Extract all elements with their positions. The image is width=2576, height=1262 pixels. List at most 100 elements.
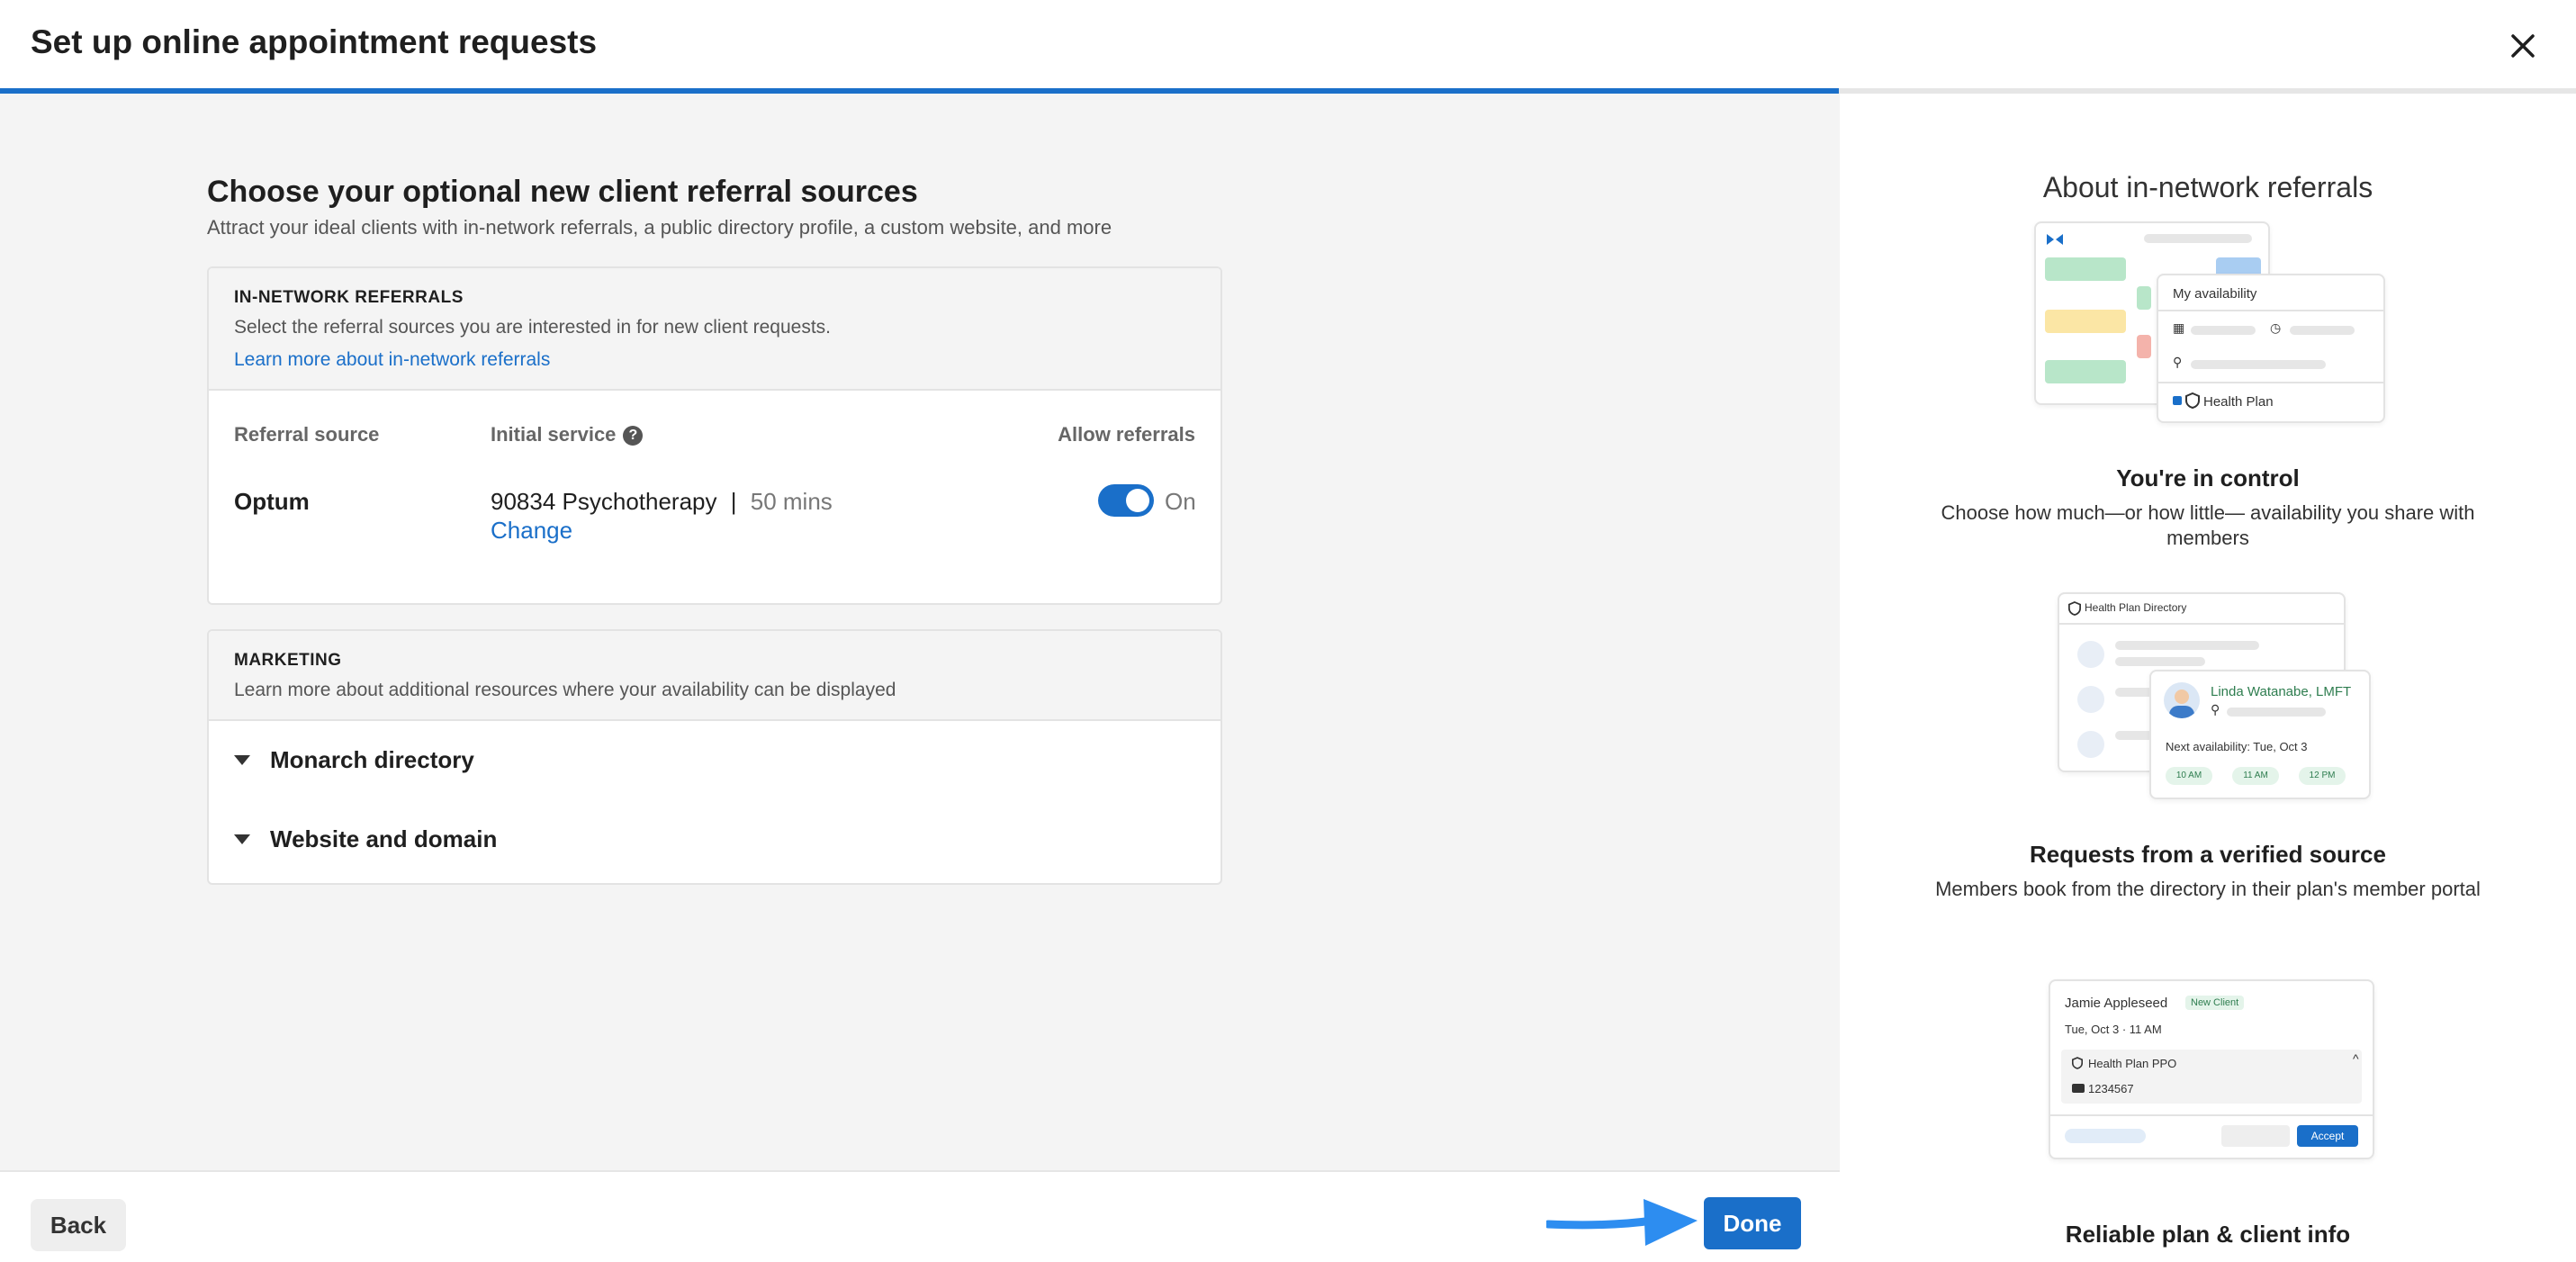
calendar-slot: [2137, 286, 2151, 310]
service-code: 90834 Psychotherapy: [491, 488, 717, 515]
arrow-pointer-icon: [1546, 1199, 1698, 1246]
shield-icon: [2185, 392, 2200, 409]
modal-header: Set up online appointment requests: [0, 0, 2576, 88]
question-circle-icon[interactable]: ?: [623, 426, 644, 446]
checkbox-icon: [2173, 396, 2182, 405]
divider: [2050, 1114, 2373, 1116]
marketing-description: Learn more about additional resources wh…: [234, 680, 896, 700]
learn-more-in-network-link[interactable]: Learn more about in-network referrals: [234, 349, 550, 371]
calendar-slot: [2045, 257, 2126, 281]
time-slot-chip: 12 PM: [2299, 767, 2346, 785]
back-button[interactable]: Back: [31, 1199, 126, 1251]
column-initial-service-label: Initial service: [491, 423, 617, 446]
shield-icon: [2068, 601, 2081, 616]
page-title: Set up online appointment requests: [31, 23, 598, 60]
referral-source-name: Optum: [234, 488, 310, 515]
accordion-label: Website and domain: [270, 825, 498, 852]
feature-text-control: Choose how much—or how little— availabil…: [1941, 501, 2475, 549]
clock-icon: ◷: [2270, 320, 2282, 335]
info-panel: About in-network referrals My availabili…: [1840, 94, 2576, 1262]
section-title: Choose your optional new client referral…: [207, 175, 918, 209]
request-datetime: Tue, Oct 3 · 11 AM: [2065, 1023, 2162, 1036]
placeholder-bar: [2227, 708, 2326, 717]
request-card-illustration: Jamie Appleseed New Client Tue, Oct 3 · …: [2049, 979, 2374, 1159]
feature-title-reliable: Reliable plan & client info: [2065, 1221, 2351, 1248]
change-service-link[interactable]: Change: [491, 517, 572, 545]
avatar-placeholder: [2077, 731, 2104, 758]
directory-label: Health Plan Directory: [2085, 601, 2187, 614]
placeholder-bar: [2191, 326, 2256, 335]
feature-title-verified: Requests from a verified source: [2030, 841, 2386, 868]
time-slot-chip: 11 AM: [2232, 767, 2279, 785]
main-content: Choose your optional new client referral…: [0, 94, 1840, 1170]
marketing-kicker: MARKETING: [234, 651, 342, 670]
availability-popover: My availability ▦ ◷ ⚲ Health Plan: [2157, 274, 2385, 423]
feature-text-verified: Members book from the directory in their…: [1935, 878, 2481, 900]
accordion-label: Monarch directory: [270, 746, 474, 773]
placeholder-bar: [2290, 326, 2355, 335]
placeholder-pill: [2065, 1129, 2146, 1143]
in-network-description: Select the referral sources you are inte…: [234, 317, 831, 338]
website-and-domain-accordion[interactable]: Website and domain: [234, 825, 497, 853]
shield-icon: [2072, 1057, 2083, 1069]
availability-label: My availability: [2173, 286, 2257, 302]
avatar-body: [2169, 706, 2194, 718]
calendar-slot: [2137, 335, 2151, 358]
id-card-icon: [2072, 1084, 2085, 1093]
done-button[interactable]: Done: [1704, 1197, 1801, 1249]
service-separator: |: [730, 488, 737, 515]
marketing-card-header: MARKETING Learn more about additional re…: [209, 631, 1220, 721]
toggle-state-label: On: [1165, 488, 1196, 515]
divider: [2158, 310, 2383, 311]
close-button[interactable]: [2500, 23, 2545, 68]
modal-footer: Back Done: [0, 1170, 1840, 1262]
caret-down-icon: [234, 755, 250, 765]
avatar-placeholder: [2077, 686, 2104, 713]
time-slot-chip: 10 AM: [2166, 767, 2212, 785]
caret-down-icon: [234, 834, 250, 844]
health-plan-label: Health Plan: [2203, 394, 2274, 410]
feature-title-control: You're in control: [2116, 464, 2300, 491]
location-pin-icon: ⚲: [2173, 355, 2183, 369]
location-pin-icon: ⚲: [2211, 702, 2220, 717]
placeholder-bar: [2115, 657, 2205, 666]
next-availability: Next availability: Tue, Oct 3: [2166, 740, 2308, 753]
calendar-slot: [2045, 360, 2126, 383]
allow-referrals-toggle[interactable]: [1098, 484, 1154, 517]
calendar-slot: [2045, 310, 2126, 333]
accept-button: Accept: [2297, 1125, 2358, 1147]
info-panel-title: About in-network referrals: [2042, 171, 2373, 203]
client-name: Jamie Appleseed: [2065, 996, 2168, 1011]
initial-service: 90834 Psychotherapy | 50 mins: [491, 488, 833, 516]
close-icon[interactable]: [2509, 32, 2536, 59]
member-id: 1234567: [2088, 1082, 2134, 1095]
chevron-up-icon: ^: [2353, 1051, 2359, 1066]
calendar-icon: ▦: [2173, 320, 2185, 335]
avatar-placeholder: [2077, 641, 2104, 668]
placeholder-bar: [2115, 641, 2259, 650]
in-network-kicker: IN-NETWORK REFERRALS: [234, 288, 464, 307]
plan-info-box: Health Plan PPO ^ 1234567: [2061, 1050, 2362, 1104]
provider-card: Linda Watanabe, LMFT ⚲ Next availability…: [2149, 670, 2371, 799]
marketing-card: MARKETING Learn more about additional re…: [207, 629, 1222, 885]
placeholder-button: [2221, 1125, 2290, 1147]
column-referral-source: Referral source: [234, 423, 380, 446]
avatar-face: [2175, 690, 2189, 704]
toggle-knob: [1126, 489, 1149, 512]
monarch-directory-accordion[interactable]: Monarch directory: [234, 746, 474, 774]
plan-name: Health Plan PPO: [2088, 1057, 2177, 1070]
column-allow-referrals: Allow referrals: [1058, 423, 1195, 446]
new-client-badge: New Client: [2185, 996, 2245, 1010]
column-initial-service: Initial service?: [491, 423, 644, 446]
placeholder-bar: [2191, 360, 2326, 369]
section-subtitle: Attract your ideal clients with in-netwo…: [207, 216, 1112, 239]
service-duration: 50 mins: [750, 488, 833, 515]
placeholder-bar: [2144, 234, 2252, 243]
in-network-referrals-card: IN-NETWORK REFERRALS Select the referral…: [207, 266, 1222, 605]
in-network-card-header: IN-NETWORK REFERRALS Select the referral…: [209, 268, 1220, 391]
avatar: [2164, 682, 2200, 718]
provider-name: Linda Watanabe, LMFT: [2211, 684, 2352, 699]
butterfly-logo-icon: [2047, 234, 2063, 245]
divider: [2158, 382, 2383, 383]
divider: [2059, 623, 2344, 625]
